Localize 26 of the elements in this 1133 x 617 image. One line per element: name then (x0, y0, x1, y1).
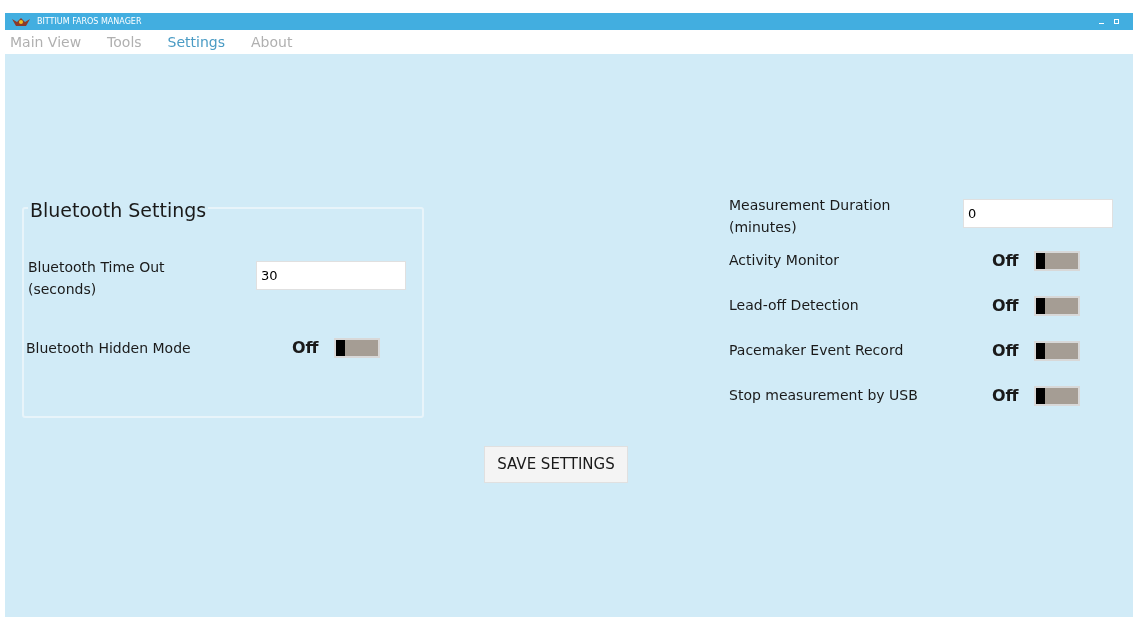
toggle-switch[interactable] (1034, 385, 1080, 406)
window-title: BITTIUM FAROS MANAGER (37, 15, 142, 28)
crown-logo-icon (11, 16, 31, 27)
toggle-switch[interactable] (1034, 340, 1080, 361)
toggle-switch[interactable] (1034, 295, 1080, 316)
field-label: Stop measurement by USB (729, 386, 919, 405)
field-label: Pacemaker Event Record (729, 341, 905, 360)
toggle-state: Off (992, 294, 1020, 317)
menu-tab[interactable]: Settings (167, 31, 225, 53)
field-label: Activity Monitor (729, 251, 841, 270)
menu-tab[interactable]: Main View (10, 31, 82, 53)
toggle-state: Off (292, 337, 320, 359)
field-label: Measurement Duration (minutes) (729, 196, 892, 237)
toggle-switch[interactable] (334, 338, 380, 358)
toggle-state: Off (992, 339, 1020, 362)
timeout-field[interactable]: 30 (256, 261, 406, 290)
duration-field[interactable]: 0 (963, 199, 1113, 228)
toggle-state: Off (992, 384, 1020, 407)
field-label: Lead-off Detection (729, 296, 860, 315)
menu-tab[interactable]: About (251, 31, 293, 53)
field-label: Bluetooth Hidden Mode (26, 338, 192, 358)
toggle-switch[interactable] (1034, 250, 1080, 271)
toggle-state: Off (992, 249, 1020, 272)
field-label: Bluetooth Time Out (seconds) (28, 258, 166, 299)
save-button[interactable]: SAVE SETTINGS (484, 446, 628, 483)
menu-tab[interactable]: Tools (107, 31, 142, 53)
